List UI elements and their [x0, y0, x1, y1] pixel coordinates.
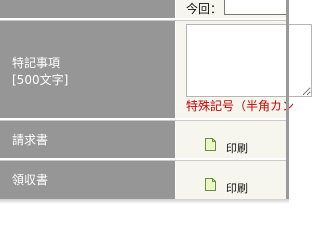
- document-icon: [205, 138, 216, 151]
- receipt-label: 領収書: [12, 173, 49, 187]
- panel-shadow-bottom: [0, 199, 289, 204]
- receipt-print-label: 印刷: [226, 182, 248, 195]
- notes-textarea[interactable]: [186, 24, 312, 97]
- row-label-top: [0, 0, 175, 18]
- invoice-label: 請求書: [12, 133, 49, 147]
- konkai-field: 今回：: [186, 0, 289, 17]
- form-table: 今回： 特記事項 [500文字] 特殊記号（半角カン 請求書 印刷 領収書 印刷: [0, 0, 312, 199]
- invoice-print-label: 印刷: [226, 142, 248, 155]
- special-char-warning: 特殊記号（半角カン: [186, 99, 295, 113]
- row-value-top: 今回：: [176, 0, 289, 18]
- document-icon: [205, 178, 216, 191]
- notes-label-cell: 特記事項 [500文字]: [0, 21, 175, 118]
- notes-label: 特記事項: [12, 56, 61, 70]
- konkai-label: 今回：: [186, 2, 223, 16]
- konkai-input[interactable]: [224, 0, 289, 15]
- panel-shadow-right: [286, 0, 289, 204]
- receipt-label-cell: 領収書: [0, 161, 175, 199]
- invoice-label-cell: 請求書: [0, 121, 175, 158]
- notes-limit-label: [500文字]: [12, 73, 69, 87]
